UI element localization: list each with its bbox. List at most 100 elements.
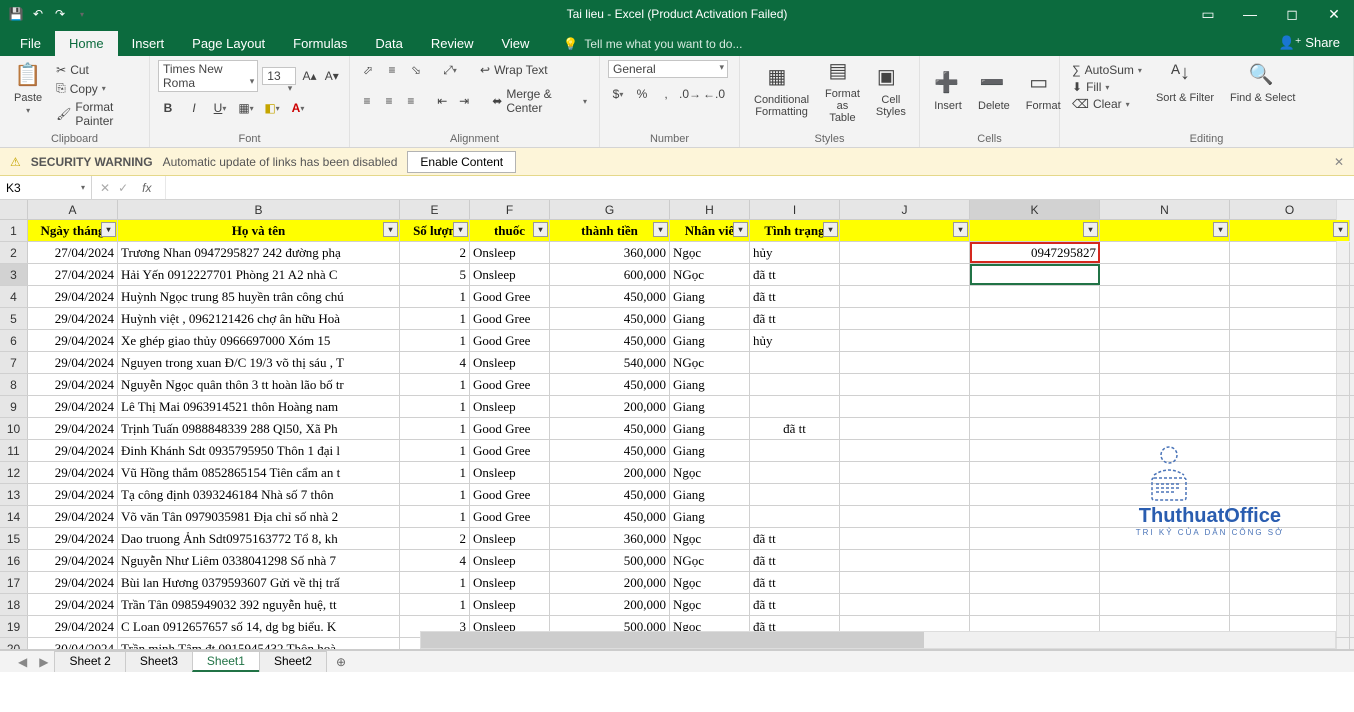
cell[interactable]	[840, 396, 970, 417]
cell[interactable]	[1230, 440, 1350, 461]
cell[interactable]: đã tt	[750, 528, 840, 549]
cell[interactable]	[1230, 550, 1350, 571]
formula-input[interactable]	[166, 176, 1354, 199]
insert-cells-button[interactable]: ➕Insert	[928, 68, 968, 114]
cell[interactable]: Trần Tân 0985949032 392 nguyễn huệ, tt	[118, 594, 400, 615]
cell[interactable]	[970, 352, 1100, 373]
italic-button[interactable]: I	[184, 98, 204, 118]
col-header-E[interactable]: E	[400, 200, 470, 219]
row-header[interactable]: 5	[0, 308, 28, 329]
align-left-icon[interactable]: ≡	[358, 91, 376, 111]
cell[interactable]: Good Gree	[470, 418, 550, 439]
cell[interactable]	[840, 462, 970, 483]
cell[interactable]	[970, 462, 1100, 483]
cell[interactable]: Good Gree	[470, 330, 550, 351]
cell[interactable]: hủy	[750, 330, 840, 351]
cell[interactable]: Good Gree	[470, 286, 550, 307]
cell[interactable]	[840, 418, 970, 439]
tab-formulas[interactable]: Formulas	[279, 31, 361, 56]
find-select-button[interactable]: 🔍Find & Select	[1224, 60, 1301, 106]
ribbon-options-icon[interactable]: ▭	[1194, 6, 1222, 23]
row-header[interactable]: 10	[0, 418, 28, 439]
cell[interactable]	[970, 594, 1100, 615]
cell[interactable]: Onsleep	[470, 528, 550, 549]
row-header[interactable]: 12	[0, 462, 28, 483]
decrease-decimal-icon[interactable]: ←.0	[704, 84, 724, 104]
cell[interactable]	[840, 528, 970, 549]
cell[interactable]	[1230, 330, 1350, 351]
cell[interactable]	[840, 440, 970, 461]
format-painter-button[interactable]: 🖌Format Painter	[52, 99, 141, 129]
cell[interactable]: 29/04/2024	[28, 440, 118, 461]
cell[interactable]: 1	[400, 396, 470, 417]
row-header[interactable]: 14	[0, 506, 28, 527]
cell[interactable]: Vũ Hồng thắm 0852865154 Tiên cẩm an t	[118, 462, 400, 483]
tab-review[interactable]: Review	[417, 31, 488, 56]
cell[interactable]: Good Gree	[470, 484, 550, 505]
sheet-tab[interactable]: Sheet2	[259, 651, 327, 672]
cell[interactable]: Nguyen trong xuan Đ/C 19/3 võ thị sáu , …	[118, 352, 400, 373]
cell[interactable]: Onsleep	[470, 352, 550, 373]
cell[interactable]: 450,000	[550, 374, 670, 395]
cell[interactable]: 29/04/2024	[28, 506, 118, 527]
decrease-indent-icon[interactable]: ⇤	[433, 91, 451, 111]
currency-icon[interactable]: $▾	[608, 84, 628, 104]
cell[interactable]	[1230, 396, 1350, 417]
cell[interactable]: Onsleep	[470, 594, 550, 615]
cell[interactable]: hủy	[750, 242, 840, 263]
row-header[interactable]: 15	[0, 528, 28, 549]
row-header[interactable]: 17	[0, 572, 28, 593]
cell[interactable]: 1	[400, 308, 470, 329]
comma-icon[interactable]: ,	[656, 84, 676, 104]
cell[interactable]	[1100, 396, 1230, 417]
cell[interactable]	[840, 242, 970, 263]
cell[interactable]: 29/04/2024	[28, 528, 118, 549]
filter-icon[interactable]: ▾	[733, 222, 748, 237]
filter-icon[interactable]: ▾	[101, 222, 116, 237]
cell[interactable]: 1	[400, 374, 470, 395]
col-header-G[interactable]: G	[550, 200, 670, 219]
cell-k2-phone[interactable]: 0947295827	[970, 242, 1100, 263]
col-header-B[interactable]: B	[118, 200, 400, 219]
cell[interactable]: đã tt	[750, 572, 840, 593]
row-header[interactable]: 4	[0, 286, 28, 307]
cell[interactable]	[970, 484, 1100, 505]
borders-button[interactable]: ▦▾	[236, 98, 256, 118]
cell[interactable]	[1230, 242, 1350, 263]
cell[interactable]	[970, 330, 1100, 351]
cell[interactable]	[840, 352, 970, 373]
cell[interactable]: NGọc	[670, 550, 750, 571]
number-format-dropdown[interactable]: General	[608, 60, 728, 78]
cell[interactable]	[1230, 308, 1350, 329]
cell[interactable]: 29/04/2024	[28, 374, 118, 395]
cell[interactable]	[970, 286, 1100, 307]
minimize-icon[interactable]: —	[1236, 6, 1264, 22]
cell[interactable]	[1230, 528, 1350, 549]
cell[interactable]: Tạ công định 0393246184 Nhà số 7 thôn	[118, 484, 400, 505]
cell[interactable]: 450,000	[550, 506, 670, 527]
cell[interactable]: 1	[400, 572, 470, 593]
sheet-tab[interactable]: Sheet3	[125, 651, 193, 672]
paste-button[interactable]: 📋 Paste▾	[8, 60, 48, 117]
increase-decimal-icon[interactable]: .0→	[680, 84, 700, 104]
cell[interactable]	[840, 506, 970, 527]
sheet-tab[interactable]: Sheet1	[192, 651, 260, 672]
col-header-K[interactable]: K	[970, 200, 1100, 219]
header-cell-O[interactable]: ▾	[1230, 220, 1350, 241]
col-header-N[interactable]: N	[1100, 200, 1230, 219]
row-header[interactable]: 1	[0, 220, 28, 241]
cell[interactable]: Giang	[670, 330, 750, 351]
cell[interactable]: Giang	[670, 374, 750, 395]
cell[interactable]	[1100, 484, 1230, 505]
cell[interactable]: NGọc	[670, 352, 750, 373]
tab-file[interactable]: File	[6, 31, 55, 56]
tab-home[interactable]: Home	[55, 31, 118, 56]
cell[interactable]	[1100, 440, 1230, 461]
increase-indent-icon[interactable]: ⇥	[455, 91, 473, 111]
cell[interactable]: C Loan 0912657657 số 14, dg bg biểu. K	[118, 616, 400, 637]
cell[interactable]	[1100, 506, 1230, 527]
cell[interactable]: đã tt	[750, 594, 840, 615]
row-header[interactable]: 2	[0, 242, 28, 263]
bold-button[interactable]: B	[158, 98, 178, 118]
wrap-text-button[interactable]: ↩Wrap Text	[476, 62, 552, 78]
